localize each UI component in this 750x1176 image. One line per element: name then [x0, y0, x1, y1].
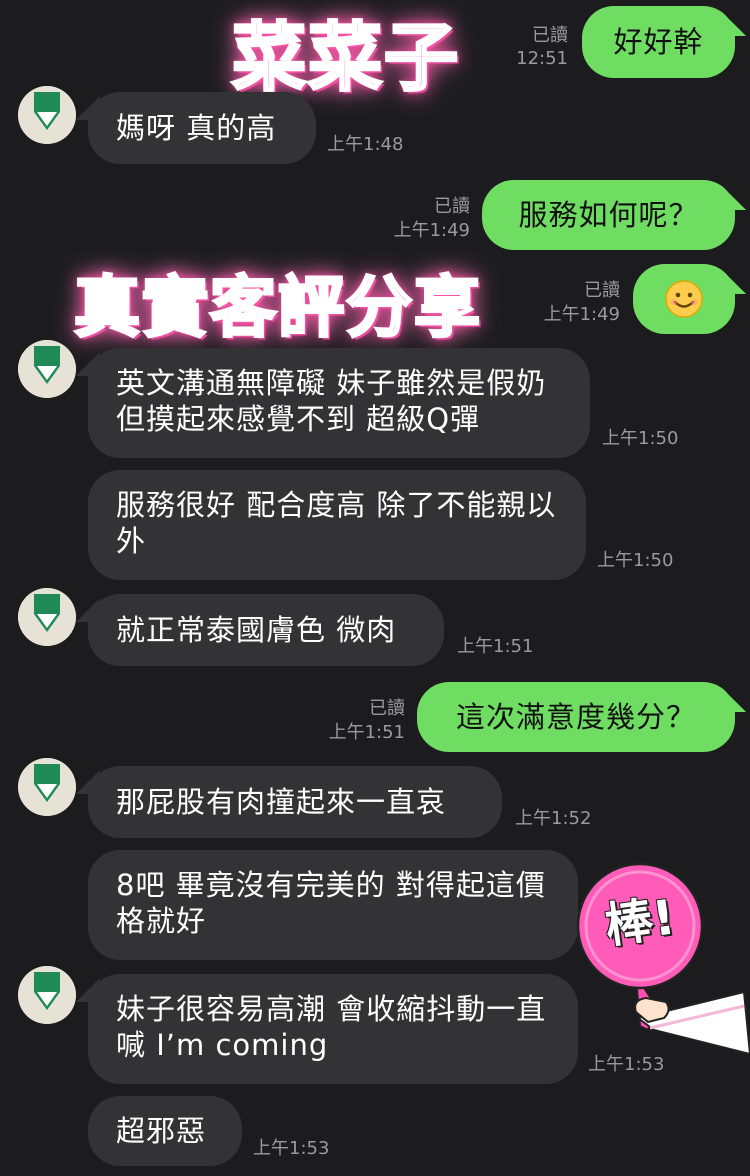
- incoming-message[interactable]: 超邪惡: [88, 1096, 242, 1166]
- read-receipt: 已讀: [434, 196, 470, 217]
- message-time: 上午1:51: [328, 722, 405, 743]
- pencil-logo-icon: [18, 86, 76, 144]
- incoming-message[interactable]: 妹子很容易高潮 會收縮抖動一直喊 I’m coming: [88, 974, 578, 1084]
- contact-avatar[interactable]: [18, 340, 76, 398]
- praise-sticker: 棒!: [574, 858, 750, 1060]
- contact-avatar[interactable]: [18, 758, 76, 816]
- incoming-message[interactable]: 英文溝通無障礙 妹子雖然是假奶 但摸起來感覺不到 超級Q彈: [88, 348, 590, 458]
- incoming-message[interactable]: 服務很好 配合度高 除了不能親以外: [88, 470, 586, 580]
- message-time: 上午1:49: [543, 304, 620, 325]
- smile-emoji-icon: [665, 280, 703, 318]
- pencil-logo-icon: [18, 758, 76, 816]
- message-time: 上午1:49: [393, 220, 470, 241]
- incoming-message[interactable]: 就正常泰國膚色 微肉: [88, 594, 444, 666]
- overlay-title-nanako: 菜菜子: [231, 14, 460, 103]
- read-receipt: 已讀: [369, 698, 405, 719]
- outgoing-message[interactable]: 這次滿意度幾分？: [417, 682, 735, 752]
- read-receipt: 已讀: [532, 25, 568, 46]
- incoming-message[interactable]: 8吧 畢竟沒有完美的 對得起這價格就好: [88, 850, 578, 960]
- overlay-title-review: 真實客評分享: [73, 268, 482, 348]
- contact-avatar[interactable]: [18, 588, 76, 646]
- message-time: 上午1:50: [597, 550, 674, 571]
- message-time: 上午1:48: [327, 134, 404, 155]
- outgoing-message[interactable]: 好好幹: [582, 6, 735, 78]
- pencil-logo-icon: [18, 588, 76, 646]
- outgoing-message[interactable]: 服務如何呢？: [482, 180, 735, 250]
- message-time: 上午1:53: [253, 1138, 330, 1159]
- message-time: 上午1:50: [602, 428, 679, 449]
- contact-avatar[interactable]: [18, 86, 76, 144]
- read-receipt: 已讀: [584, 280, 620, 301]
- message-time: 上午1:51: [457, 636, 534, 657]
- message-time: 12:51: [516, 48, 568, 69]
- outgoing-emoji-message[interactable]: [633, 264, 735, 334]
- pencil-logo-icon: [18, 340, 76, 398]
- message-time: 上午1:52: [515, 808, 592, 829]
- pencil-logo-icon: [18, 966, 76, 1024]
- contact-avatar[interactable]: [18, 966, 76, 1024]
- incoming-message[interactable]: 媽呀 真的高: [88, 92, 316, 164]
- incoming-message[interactable]: 那屁股有肉撞起來一直哀: [88, 766, 502, 838]
